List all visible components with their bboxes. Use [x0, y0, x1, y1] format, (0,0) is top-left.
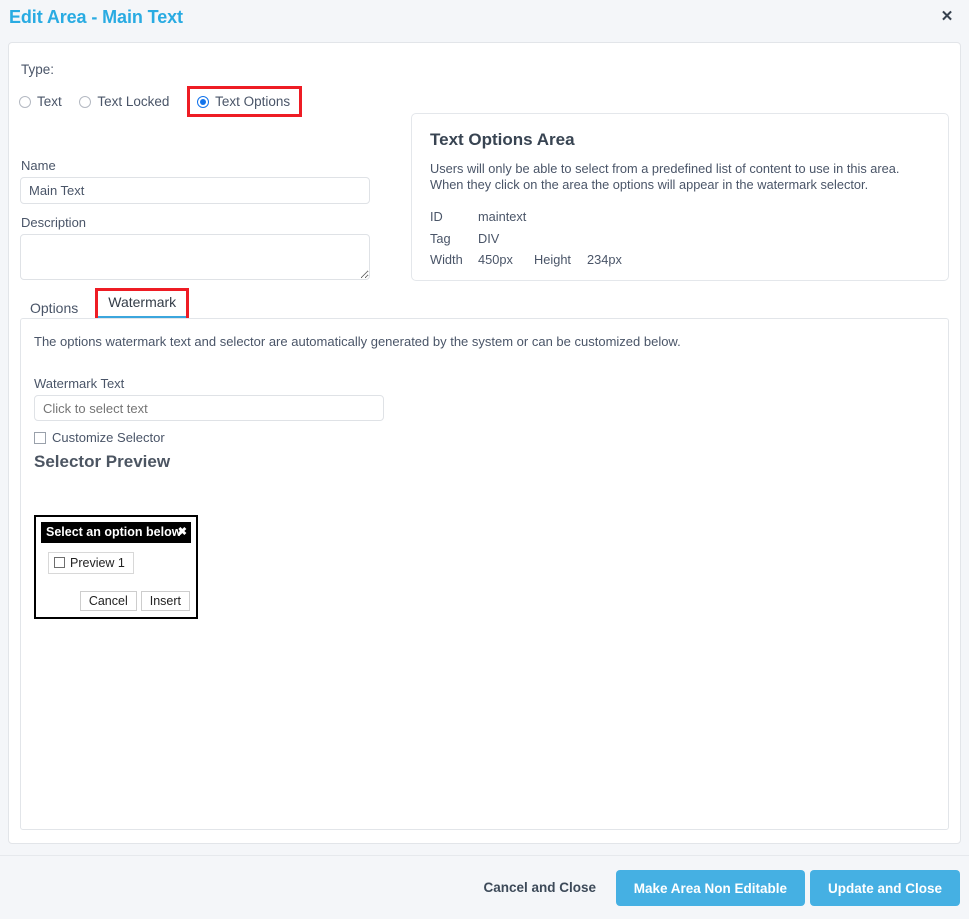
radio-option-text[interactable]: Text	[19, 94, 62, 109]
selector-preview-widget: Select an option below ✖ Preview 1 Cance…	[34, 515, 198, 619]
cancel-and-close-button[interactable]: Cancel and Close	[483, 880, 596, 895]
info-value-width: 450px	[478, 252, 513, 267]
tab-bar: Options Watermark	[20, 288, 950, 322]
modal-footer: Cancel and Close Make Area Non Editable …	[0, 855, 969, 919]
description-textarea[interactable]	[20, 234, 370, 280]
radio-label-text: Text	[37, 94, 62, 109]
page-title: Edit Area - Main Text	[9, 7, 183, 27]
radio-icon-text-locked	[79, 95, 92, 108]
selector-preview-option-label: Preview 1	[70, 556, 125, 570]
radio-option-text-options[interactable]: Text Options	[187, 86, 303, 117]
customize-selector-checkbox[interactable]: Customize Selector	[34, 430, 165, 445]
name-label: Name	[21, 158, 56, 173]
selector-preview-insert-button[interactable]: Insert	[140, 591, 190, 611]
name-input[interactable]	[20, 177, 370, 204]
customize-selector-label: Customize Selector	[52, 430, 165, 445]
info-key-tag: Tag	[430, 230, 451, 246]
info-key-width: Width	[430, 252, 463, 267]
tab-watermark-highlight: Watermark	[95, 288, 190, 322]
info-row-tag: Tag DIV	[430, 228, 930, 250]
type-label: Type:	[21, 62, 55, 77]
radio-label-text-locked: Text Locked	[97, 94, 170, 109]
checkbox-icon-preview-1	[54, 557, 65, 568]
watermark-text-label: Watermark Text	[34, 376, 125, 391]
modal-header: Edit Area - Main Text ✕	[0, 0, 969, 37]
selector-preview-header-text: Select an option below	[46, 525, 182, 539]
main-panel: Type: Text Text Locked Text Options Name…	[8, 42, 961, 844]
radio-icon-text-options	[197, 95, 210, 108]
selector-preview-title: Selector Preview	[34, 452, 171, 471]
info-card: Text Options Area Users will only be abl…	[411, 113, 949, 281]
info-value-tag: DIV	[478, 230, 500, 246]
close-icon[interactable]: ✕	[935, 5, 959, 29]
type-radio-group: Text Text Locked Text Options	[19, 86, 303, 117]
info-key-id: ID	[430, 209, 443, 224]
checkbox-icon-customize-selector	[34, 431, 46, 444]
update-and-close-button[interactable]: Update and Close	[809, 870, 960, 906]
radio-icon-text	[19, 95, 31, 108]
tab-watermark[interactable]: Watermark	[98, 291, 187, 319]
watermark-tab-panel: The options watermark text and selector …	[20, 318, 949, 830]
info-row-id: ID maintext	[430, 206, 930, 228]
description-label: Description	[21, 215, 87, 230]
selector-preview-cancel-button[interactable]: Cancel	[79, 591, 137, 611]
info-card-properties: ID maintext Tag DIV Width 450px Height 234px	[430, 206, 930, 271]
selector-preview-header: Select an option below ✖	[41, 522, 191, 543]
info-card-description: Users will only be able to select from a…	[430, 161, 900, 192]
selector-preview-close-icon[interactable]: ✖	[178, 522, 187, 543]
radio-label-text-options: Text Options	[215, 94, 291, 109]
make-area-non-editable-button[interactable]: Make Area Non Editable	[615, 870, 805, 906]
selector-preview-buttons: Cancel Insert	[76, 591, 190, 611]
watermark-text-input[interactable]	[34, 395, 384, 421]
info-row-dimensions: Width 450px Height 234px	[430, 249, 930, 271]
info-card-title: Text Options Area	[430, 130, 575, 149]
info-value-height: 234px	[587, 252, 622, 267]
info-value-id: maintext	[478, 209, 527, 224]
watermark-note: The options watermark text and selector …	[34, 334, 681, 349]
info-key-height: Height	[534, 252, 571, 267]
selector-preview-option[interactable]: Preview 1	[48, 552, 134, 574]
radio-option-text-locked[interactable]: Text Locked	[79, 94, 169, 109]
